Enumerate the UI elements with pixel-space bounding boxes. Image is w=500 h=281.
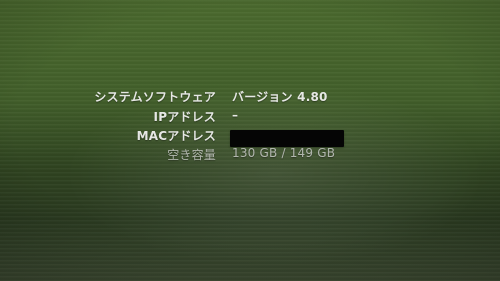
mac-address-label: MACアドレス (136, 129, 216, 143)
free-space-value: 130 GB / 149 GB (232, 146, 336, 160)
ip-address-label: IPアドレス (153, 110, 216, 124)
ip-address-value: – (232, 108, 239, 122)
row-mac-address: MACアドレス (0, 127, 500, 147)
system-software-label: システムソフトウェア (94, 90, 216, 104)
row-ip-address: IPアドレス – (0, 108, 500, 128)
system-info-panel: システムソフトウェア バージョン 4.80 IPアドレス – MACアドレス 空… (0, 0, 500, 281)
row-system-software: システムソフトウェア バージョン 4.80 (0, 88, 500, 108)
system-software-value: バージョン 4.80 (232, 90, 328, 104)
system-info-screen: { "system_info": { "rows": [ { "label": … (0, 0, 500, 281)
free-space-label: 空き容量 (167, 148, 216, 162)
row-free-space: 空き容量 130 GB / 149 GB (0, 146, 500, 166)
mac-address-redaction (230, 130, 344, 147)
